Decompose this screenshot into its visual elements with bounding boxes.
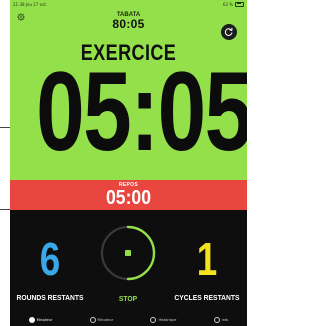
cycles-label: CYCLES RESTANTS <box>174 293 240 302</box>
cycles-remaining: 1 CYCLES RESTANTS <box>167 234 247 302</box>
status-bar: 21:38 Jeu 17 oct. 63 % <box>10 0 247 8</box>
tab-timer-alt[interactable]: Minuteur <box>89 317 114 323</box>
status-time: 21:38 <box>13 1 25 7</box>
status-left: 21:38 Jeu 17 oct. <box>13 2 47 7</box>
status-right: 63 % <box>222 1 244 7</box>
timer-icon <box>28 317 35 323</box>
edge-divider-bottom <box>0 209 10 210</box>
ring-progress <box>126 225 156 281</box>
info-icon <box>213 317 220 323</box>
stop-progress-ring <box>100 225 156 281</box>
edge-divider-top <box>0 127 10 128</box>
stats-panel: 6 ROUNDS RESTANTS STOP 1 CYCLES RESTANTS… <box>10 210 247 326</box>
tab-label: Historique <box>158 318 177 322</box>
phase-countdown: 05:05 <box>36 49 247 174</box>
tab-label: Minuteur <box>97 318 114 322</box>
app-window: 21:38 Jeu 17 oct. 63 % TABATA 80:05 EXER… <box>10 0 247 326</box>
work-panel: TABATA 80:05 EXERCICE 05:05 <box>10 8 247 180</box>
status-date: Jeu 17 oct. <box>25 1 48 7</box>
battery-percent: 63 % <box>222 1 233 7</box>
tab-timer[interactable]: Minuteur <box>28 317 53 323</box>
screen-frame: 21:38 Jeu 17 oct. 63 % TABATA 80:05 EXER… <box>0 0 247 326</box>
stop-label: STOP <box>118 294 138 303</box>
cycles-value: 1 <box>196 233 218 285</box>
rounds-label: ROUNDS RESTANTS <box>16 293 84 302</box>
rounds-remaining: 6 ROUNDS RESTANTS <box>10 234 90 302</box>
tab-label: Info <box>221 318 229 322</box>
square-icon <box>125 250 131 256</box>
rounds-value: 6 <box>39 233 61 285</box>
history-icon <box>150 317 157 323</box>
tab-info[interactable]: Info <box>213 317 229 323</box>
tab-history[interactable]: Historique <box>150 317 176 323</box>
reset-icon <box>224 27 233 36</box>
rest-panel: REPOS 05:00 <box>10 180 247 210</box>
tab-label: Minuteur <box>36 318 53 322</box>
stop-button[interactable] <box>97 222 159 284</box>
clock-icon <box>89 317 96 323</box>
battery-icon <box>235 1 244 7</box>
total-time: 80:05 <box>112 17 145 31</box>
rest-countdown: 05:00 <box>105 187 152 209</box>
reset-button[interactable] <box>221 24 237 40</box>
tab-bar: Minuteur Minuteur Historique Info <box>10 314 247 326</box>
